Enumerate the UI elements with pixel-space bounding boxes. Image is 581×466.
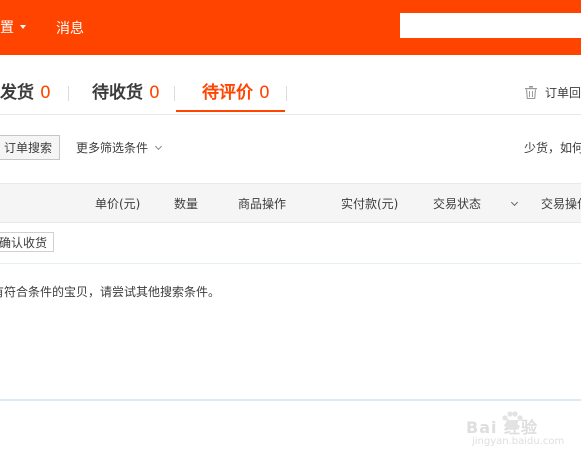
caret-down-icon	[20, 25, 26, 29]
column-header-trade-actions: 交易操作	[541, 197, 581, 211]
messages-link[interactable]: 消息	[56, 18, 84, 38]
tab-count: 0	[40, 83, 51, 103]
top-bar: 置 消息	[0, 0, 581, 55]
tab-divider	[174, 86, 175, 101]
chevron-down-icon	[154, 142, 163, 150]
active-tab-underline	[176, 110, 285, 112]
tab-label: 发货	[0, 83, 34, 103]
divider	[0, 399, 581, 401]
notice-link[interactable]: 少货，如何	[524, 139, 581, 156]
settings-menu[interactable]: 置	[0, 17, 26, 37]
confirm-receipt-button[interactable]: 确认收货	[0, 232, 54, 252]
watermark: Bai 经验 jingyan.baidu.com	[462, 406, 581, 462]
tab-label: 待收货	[92, 83, 143, 103]
more-filters-toggle[interactable]: 更多筛选条件	[76, 139, 163, 156]
column-header-quantity: 数量	[174, 197, 199, 211]
order-search-button[interactable]: 订单搜索	[0, 135, 60, 160]
paw-icon	[502, 411, 523, 430]
tab-label: 待评价	[202, 83, 253, 103]
tab-to-receive[interactable]: 待收货 0	[92, 78, 160, 103]
column-header-amount-paid: 实付款(元)	[341, 197, 399, 211]
order-recycle-bin-link[interactable]: 订单回	[525, 84, 581, 101]
divider	[0, 263, 581, 264]
search-input[interactable]	[400, 13, 581, 38]
tab-count: 0	[149, 83, 160, 103]
tab-to-review[interactable]: 待评价 0	[202, 78, 270, 103]
recycle-bin-label: 订单回	[545, 86, 581, 100]
tab-to-ship[interactable]: 发货 0	[0, 78, 51, 103]
tab-divider	[286, 86, 287, 101]
column-header-item-actions: 商品操作	[238, 197, 287, 211]
table-header: 单价(元) 数量 商品操作 实付款(元) 交易状态 交易操作	[0, 183, 581, 223]
column-header-trade-status: 交易状态	[433, 197, 482, 211]
order-tabs: 发货 0 待收货 0 待评价 0 订单回	[0, 56, 581, 115]
column-header-unit-price: 单价(元)	[95, 197, 141, 211]
watermark-url: jingyan.baidu.com	[472, 436, 565, 447]
chevron-down-icon[interactable]	[510, 198, 519, 207]
tab-count: 0	[259, 83, 270, 103]
settings-label: 置	[0, 20, 14, 36]
trash-icon	[525, 86, 537, 99]
empty-state-message: 有符合条件的宝贝，请尝试其他搜索条件。	[0, 285, 221, 299]
more-filters-label: 更多筛选条件	[76, 141, 149, 155]
tab-divider	[68, 86, 69, 101]
